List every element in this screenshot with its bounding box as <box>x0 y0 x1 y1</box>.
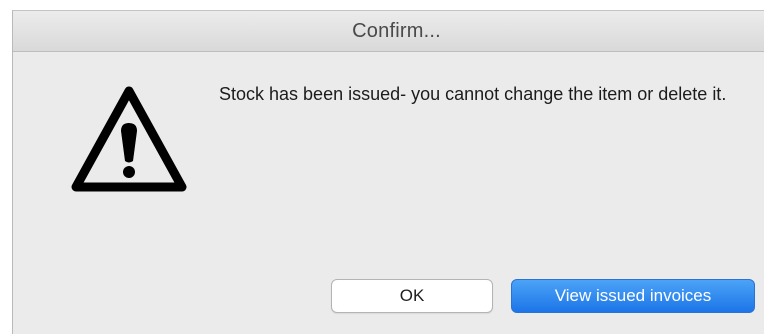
dialog-title: Confirm... <box>352 19 441 42</box>
view-issued-invoices-button[interactable]: View issued invoices <box>511 279 755 313</box>
dialog-message: Stock has been issued- you cannot change… <box>219 84 727 104</box>
dialog-titlebar[interactable]: Confirm... <box>13 11 764 52</box>
ok-button[interactable]: OK <box>331 279 493 313</box>
confirm-dialog: Confirm... Stock has been issued- you ca… <box>12 10 764 334</box>
warning-icon <box>71 86 187 192</box>
